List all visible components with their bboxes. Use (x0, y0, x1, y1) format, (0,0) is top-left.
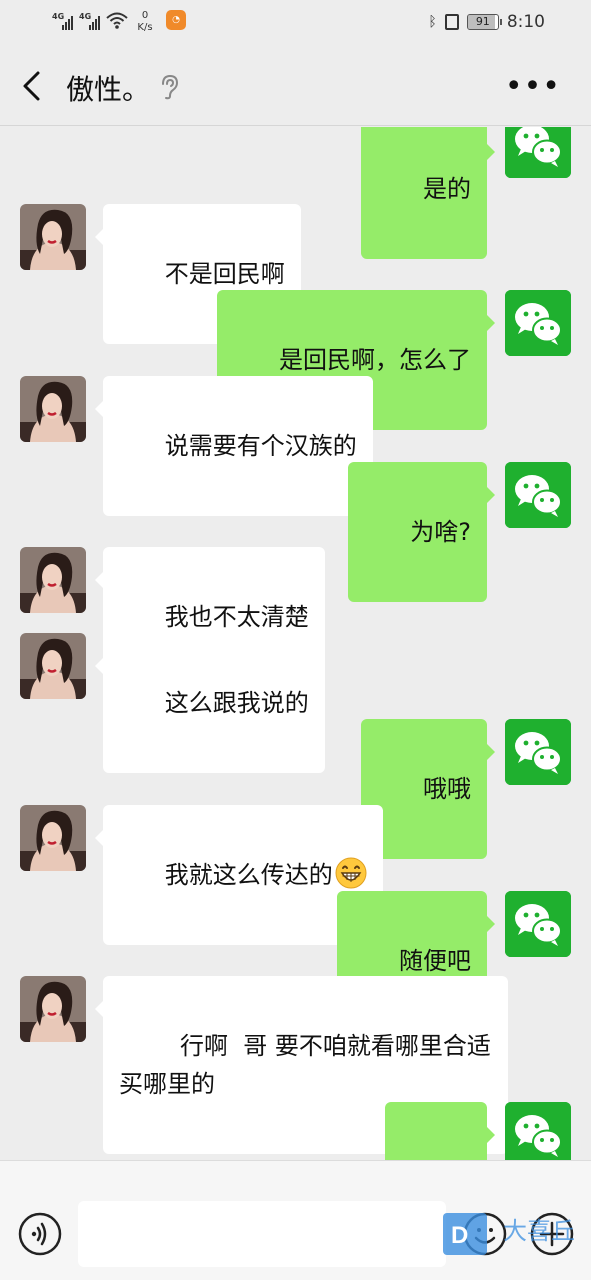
chat-header: 傲性。 ••• (0, 48, 591, 126)
contact-avatar[interactable] (20, 976, 86, 1042)
page-title: 傲性。 (66, 73, 151, 106)
message-text: 说需要有个汉族的 (164, 432, 357, 460)
grinning-face-emoji (335, 857, 367, 889)
net-speed-value: 0 (141, 10, 149, 21)
cellular-signal-icon-2: 4G (79, 10, 100, 30)
message-text: 是的 (423, 175, 471, 203)
message-text: 随便吧 (399, 947, 471, 975)
incoming-message[interactable]: 说需要有个汉族的 (95, 376, 373, 516)
my-avatar[interactable] (505, 891, 571, 957)
message-text: 我就这么传达的 (164, 861, 333, 889)
my-avatar[interactable] (505, 127, 571, 178)
wifi-icon (106, 12, 128, 29)
net-speed: 0 K/s (134, 10, 156, 34)
vibrate-icon (444, 14, 459, 30)
contact-avatar[interactable] (20, 204, 86, 270)
my-avatar[interactable] (505, 1102, 571, 1160)
message-text: 行啊 哥 要不咱就看哪里合适 买哪里的 (119, 1032, 491, 1098)
message-text: 哦哦 (423, 775, 471, 803)
message-text: 不是回民啊 (164, 260, 285, 288)
outgoing-message[interactable]: 为啥? (348, 462, 495, 602)
incoming-message[interactable]: 这么跟我说的 (95, 633, 325, 773)
svg-text:D: D (451, 1222, 468, 1249)
contact-avatar[interactable] (20, 547, 86, 613)
ear-icon (162, 74, 179, 100)
message-list[interactable]: 是的 不是回民啊 是回民啊，怎么了 说需要有个汉族的 为啥? 我也不太清楚 这么… (0, 127, 591, 1160)
contact-avatar[interactable] (20, 805, 86, 871)
status-bar: 4G 4G 0 K/s ◔ ᛒ 91 8:10 (0, 0, 591, 48)
my-avatar[interactable] (505, 290, 571, 356)
net-speed-unit: K/s (137, 22, 153, 33)
watermark-logo: D 大喜丘 (441, 1211, 591, 1257)
notification-app-icon: ◔ (166, 10, 186, 30)
my-avatar[interactable] (505, 719, 571, 785)
bluetooth-icon: ᛒ (428, 14, 437, 30)
message-text: 为啥? (410, 518, 471, 546)
message-text: 这么跟我说的 (164, 689, 309, 717)
chevron-left-icon[interactable] (18, 70, 46, 102)
watermark-text: 大喜丘 (503, 1217, 575, 1245)
outgoing-message[interactable]: 嗯 (385, 1102, 495, 1160)
battery-icon: 91 (466, 14, 502, 30)
network-type-label-2: 4G (79, 12, 92, 21)
outgoing-message[interactable]: 是的 (361, 127, 495, 259)
contact-avatar[interactable] (20, 633, 86, 699)
battery-level: 91 (475, 15, 490, 28)
message-input[interactable] (78, 1201, 446, 1267)
input-bar: D 大喜丘 (0, 1160, 591, 1280)
message-text: 我也不太清楚 (164, 603, 309, 631)
cellular-signal-icon: 4G (52, 10, 73, 30)
contact-avatar[interactable] (20, 376, 86, 442)
my-avatar[interactable] (505, 462, 571, 528)
message-text: 是回民啊，怎么了 (279, 346, 471, 374)
network-type-label: 4G (52, 12, 65, 21)
voice-icon[interactable] (17, 1211, 63, 1257)
status-time: 8:10 (506, 12, 545, 32)
more-options-button[interactable]: ••• (505, 72, 561, 102)
